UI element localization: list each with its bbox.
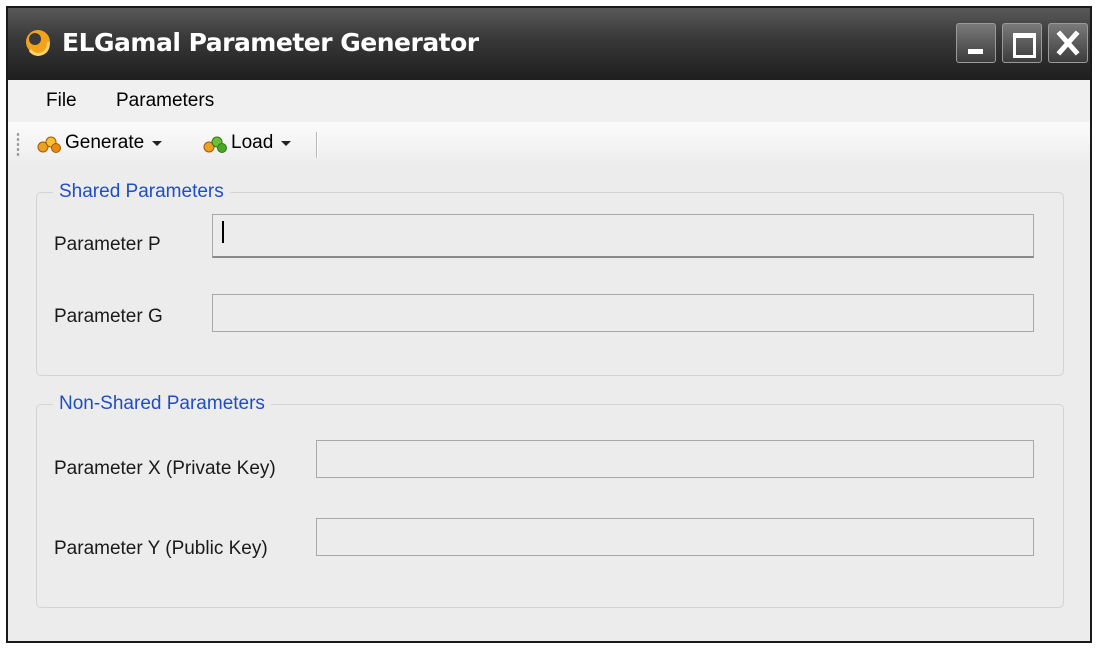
window-title: ELGamal Parameter Generator <box>62 28 479 57</box>
app-window: ELGamal Parameter Generator File Paramet… <box>6 6 1092 643</box>
menu-parameters[interactable]: Parameters <box>116 90 214 112</box>
load-label: Load <box>231 132 274 153</box>
load-button[interactable]: Load <box>202 128 292 158</box>
non-shared-parameters-title: Non-Shared Parameters <box>53 393 271 415</box>
non-shared-parameters-group: Non-Shared Parameters <box>36 393 1064 608</box>
maximize-button[interactable] <box>1002 23 1042 63</box>
parameter-p-label: Parameter P <box>54 234 161 255</box>
minimize-button[interactable] <box>956 23 996 63</box>
generate-label: Generate <box>65 132 145 153</box>
close-button[interactable] <box>1048 23 1088 63</box>
coins-orange-icon <box>37 136 61 153</box>
menu-bar: File Parameters <box>8 80 1090 122</box>
app-logo-icon <box>26 30 50 56</box>
parameter-g-input[interactable] <box>212 294 1034 332</box>
parameter-p-wrapper <box>212 214 1034 258</box>
parameter-g-label: Parameter G <box>54 306 163 327</box>
chevron-down-icon <box>281 140 292 146</box>
parameter-x-input[interactable] <box>316 440 1034 478</box>
title-bar[interactable]: ELGamal Parameter Generator <box>8 8 1090 80</box>
parameter-p-input[interactable] <box>212 214 1034 258</box>
parameter-y-label: Parameter Y (Public Key) <box>54 538 268 559</box>
toolbar-separator <box>316 132 317 158</box>
coins-green-icon <box>203 136 227 153</box>
toolbar-grip[interactable] <box>16 132 20 158</box>
parameter-y-input[interactable] <box>316 518 1034 556</box>
chevron-down-icon <box>152 140 163 146</box>
shared-parameters-title: Shared Parameters <box>53 181 230 203</box>
menu-file[interactable]: File <box>46 90 77 112</box>
close-icon <box>1056 30 1080 56</box>
parameter-x-label: Parameter X (Private Key) <box>54 458 276 479</box>
toolbar: Generate Load <box>8 122 1090 164</box>
text-cursor <box>222 221 224 243</box>
generate-button[interactable]: Generate <box>36 128 163 158</box>
